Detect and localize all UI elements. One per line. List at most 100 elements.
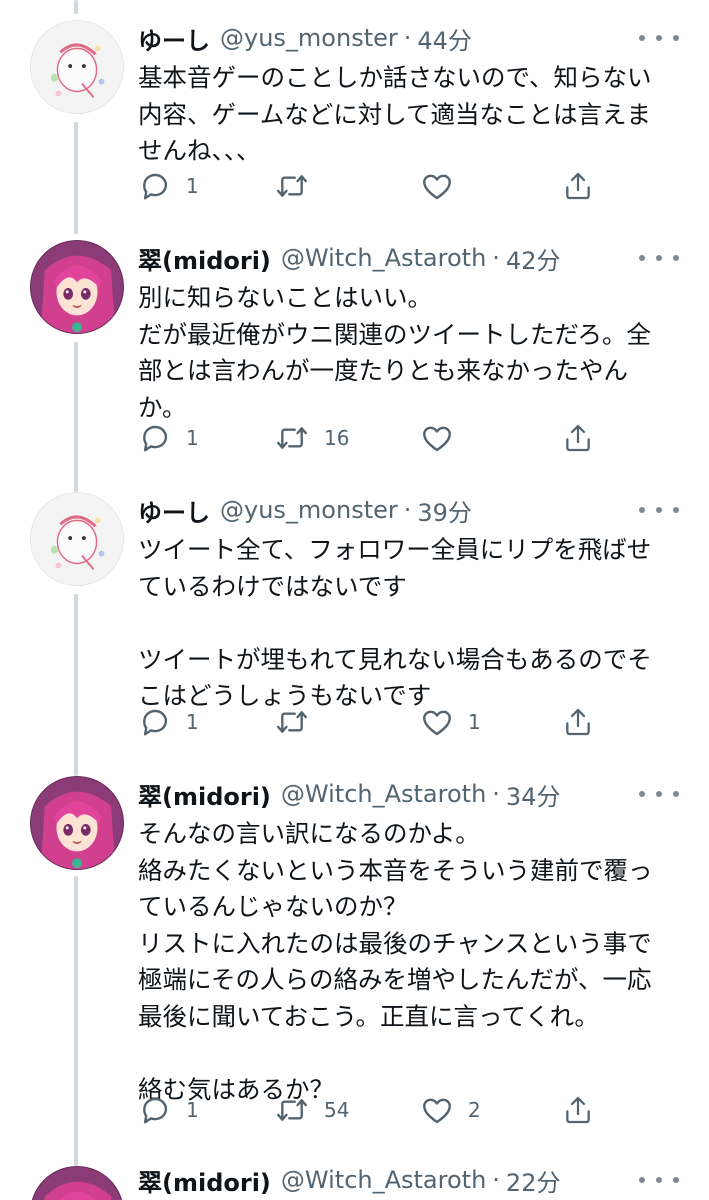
share-icon — [566, 424, 590, 452]
retweet-button[interactable]: 54 — [274, 1090, 349, 1130]
tweet-text-line: 内容、ゲームなどに対して適当なことは言えま — [138, 99, 652, 129]
tweet-text-line: リストに入れたのは最後のチャンスという事で — [138, 928, 652, 958]
thread-line — [74, 0, 78, 14]
tweet[interactable]: 翠(midori) @Witch_Astaroth · 42分 別に知らないこと… — [0, 240, 709, 480]
heart-icon — [423, 710, 451, 736]
display-name[interactable]: ゆーし — [138, 21, 210, 56]
tweet-text-line: ているわけではないです — [138, 571, 407, 601]
share-button[interactable] — [562, 166, 594, 206]
avatar-anime-image — [31, 1167, 123, 1200]
avatar[interactable] — [30, 20, 124, 114]
display-name[interactable]: 翠(midori) — [138, 1163, 271, 1198]
tweet-header: 翠(midori) @Witch_Astaroth · 42分 — [138, 240, 619, 276]
more-icon[interactable] — [639, 1170, 679, 1190]
more-icon[interactable] — [639, 500, 679, 520]
tweet-header: 翠(midori) @Witch_Astaroth · 22分 — [138, 1162, 619, 1198]
more-icon[interactable] — [639, 28, 679, 48]
heart-icon — [423, 1098, 451, 1124]
separator-dot: · — [403, 496, 412, 524]
share-icon — [566, 708, 590, 736]
avatar-anime-image — [31, 241, 123, 333]
like-button[interactable] — [420, 418, 468, 458]
user-handle[interactable]: @Witch_Astaroth — [281, 1166, 486, 1194]
share-button[interactable] — [562, 702, 594, 742]
tweet-actions: 1 1 — [138, 702, 608, 742]
retweet-count: 54 — [324, 1098, 350, 1122]
retweet-button[interactable]: 16 — [274, 418, 349, 458]
reply-icon — [143, 425, 168, 452]
avatar-ghost-image — [31, 493, 123, 585]
tweet-actions: 1 54 2 — [138, 1090, 608, 1130]
reply-button[interactable]: 1 — [138, 418, 199, 458]
reply-icon — [143, 173, 168, 200]
timestamp[interactable]: 39分 — [417, 493, 472, 528]
like-button[interactable]: 2 — [420, 1090, 481, 1130]
tweet-text: 別に知らないことはいい。 だが最近俺がウニ関連のツイートしただろ。全 部とは言わ… — [138, 280, 683, 426]
timestamp[interactable]: 22分 — [506, 1163, 561, 1198]
share-icon — [566, 1096, 590, 1124]
tweet-text-line: 極端にその人らの絡みを増やしたんだが、一応 — [138, 965, 652, 994]
tweet-text-line: ツイート全て、フォロワー全員にリプを飛ばせ — [138, 535, 652, 564]
like-count: 1 — [468, 710, 481, 734]
like-button[interactable] — [420, 166, 468, 206]
user-handle[interactable]: @yus_monster — [220, 24, 398, 52]
user-handle[interactable]: @yus_monster — [220, 496, 398, 524]
reply-button[interactable]: 1 — [138, 166, 199, 206]
share-button[interactable] — [562, 418, 594, 458]
retweet-button[interactable] — [274, 166, 324, 206]
avatar[interactable] — [30, 1166, 124, 1200]
reply-count: 1 — [186, 1098, 199, 1122]
timestamp[interactable]: 34分 — [506, 777, 561, 812]
heart-icon — [423, 426, 451, 452]
display-name[interactable]: 翠(midori) — [138, 777, 271, 812]
tweet-text-line: 最後に聞いておこう。正直に言ってくれ。 — [138, 1001, 599, 1031]
tweet-text-line: 絡みたくないという本音をそういう建前で覆っ — [138, 855, 653, 885]
user-handle[interactable]: @Witch_Astaroth — [281, 244, 486, 272]
tweet[interactable]: ゆーし @yus_monster · 44分 基本音ゲーのことしか話さないので、… — [0, 20, 709, 220]
retweet-icon — [276, 427, 308, 449]
retweet-icon — [276, 711, 308, 733]
tweet[interactable]: 翠(midori) @Witch_Astaroth · 22分 — [0, 1162, 709, 1200]
separator-dot: · — [492, 244, 500, 272]
tweet[interactable]: 翠(midori) @Witch_Astaroth · 34分 そんなの言い訳に… — [0, 776, 709, 1156]
retweet-button[interactable] — [274, 702, 324, 742]
retweet-icon — [276, 1099, 308, 1121]
display-name[interactable]: ゆーし — [138, 493, 210, 528]
reply-icon — [143, 709, 168, 736]
user-handle[interactable]: @Witch_Astaroth — [281, 780, 486, 808]
reply-count: 1 — [186, 426, 199, 450]
tweet[interactable]: ゆーし @yus_monster · 39分 ツイート全て、フォロワー全員にリプ… — [0, 492, 709, 762]
avatar-ghost-image — [31, 21, 123, 113]
tweet-text-line: 別に知らないことはいい。 — [138, 283, 432, 312]
retweet-icon — [276, 175, 308, 197]
tweet-text-line: せんね、、、 — [138, 136, 261, 165]
tweet-text-line: 部とは言わんが一度たりとも来なかったやん — [138, 356, 628, 385]
tweet-header: ゆーし @yus_monster · 44分 — [138, 20, 619, 56]
display-name[interactable]: 翠(midori) — [138, 241, 271, 276]
avatar[interactable] — [30, 240, 124, 334]
like-button[interactable]: 1 — [420, 702, 481, 742]
retweet-count: 16 — [324, 426, 350, 450]
tweet-text: 基本音ゲーのことしか話さないので、知らない 内容、ゲームなどに対して適当なことは… — [138, 60, 683, 170]
more-icon[interactable] — [639, 784, 679, 804]
heart-icon — [423, 174, 451, 200]
share-button[interactable] — [562, 1090, 594, 1130]
share-icon — [566, 172, 590, 200]
separator-dot: · — [403, 24, 412, 52]
tweet-text-line: 基本音ゲーのことしか話さないので、知らない — [138, 63, 652, 92]
reply-button[interactable]: 1 — [138, 1090, 199, 1130]
more-icon[interactable] — [639, 248, 679, 268]
reply-button[interactable]: 1 — [138, 702, 199, 742]
avatar[interactable] — [30, 776, 124, 870]
tweet-text: ツイート全て、フォロワー全員にリプを飛ばせ ているわけではないです ツイートが埋… — [138, 532, 683, 715]
avatar[interactable] — [30, 492, 124, 586]
timestamp[interactable]: 42分 — [506, 241, 561, 276]
tweet-text-line: ツイートが埋もれて見れない場合もあるのでそ — [138, 644, 652, 674]
tweet-text: そんなの言い訳になるのかよ。 絡みたくないという本音をそういう建前で覆っ ている… — [138, 816, 683, 1108]
tweet-header: ゆーし @yus_monster · 39分 — [138, 492, 619, 528]
timestamp[interactable]: 44分 — [417, 21, 472, 56]
separator-dot: · — [492, 1166, 500, 1194]
reply-icon — [143, 1097, 168, 1124]
